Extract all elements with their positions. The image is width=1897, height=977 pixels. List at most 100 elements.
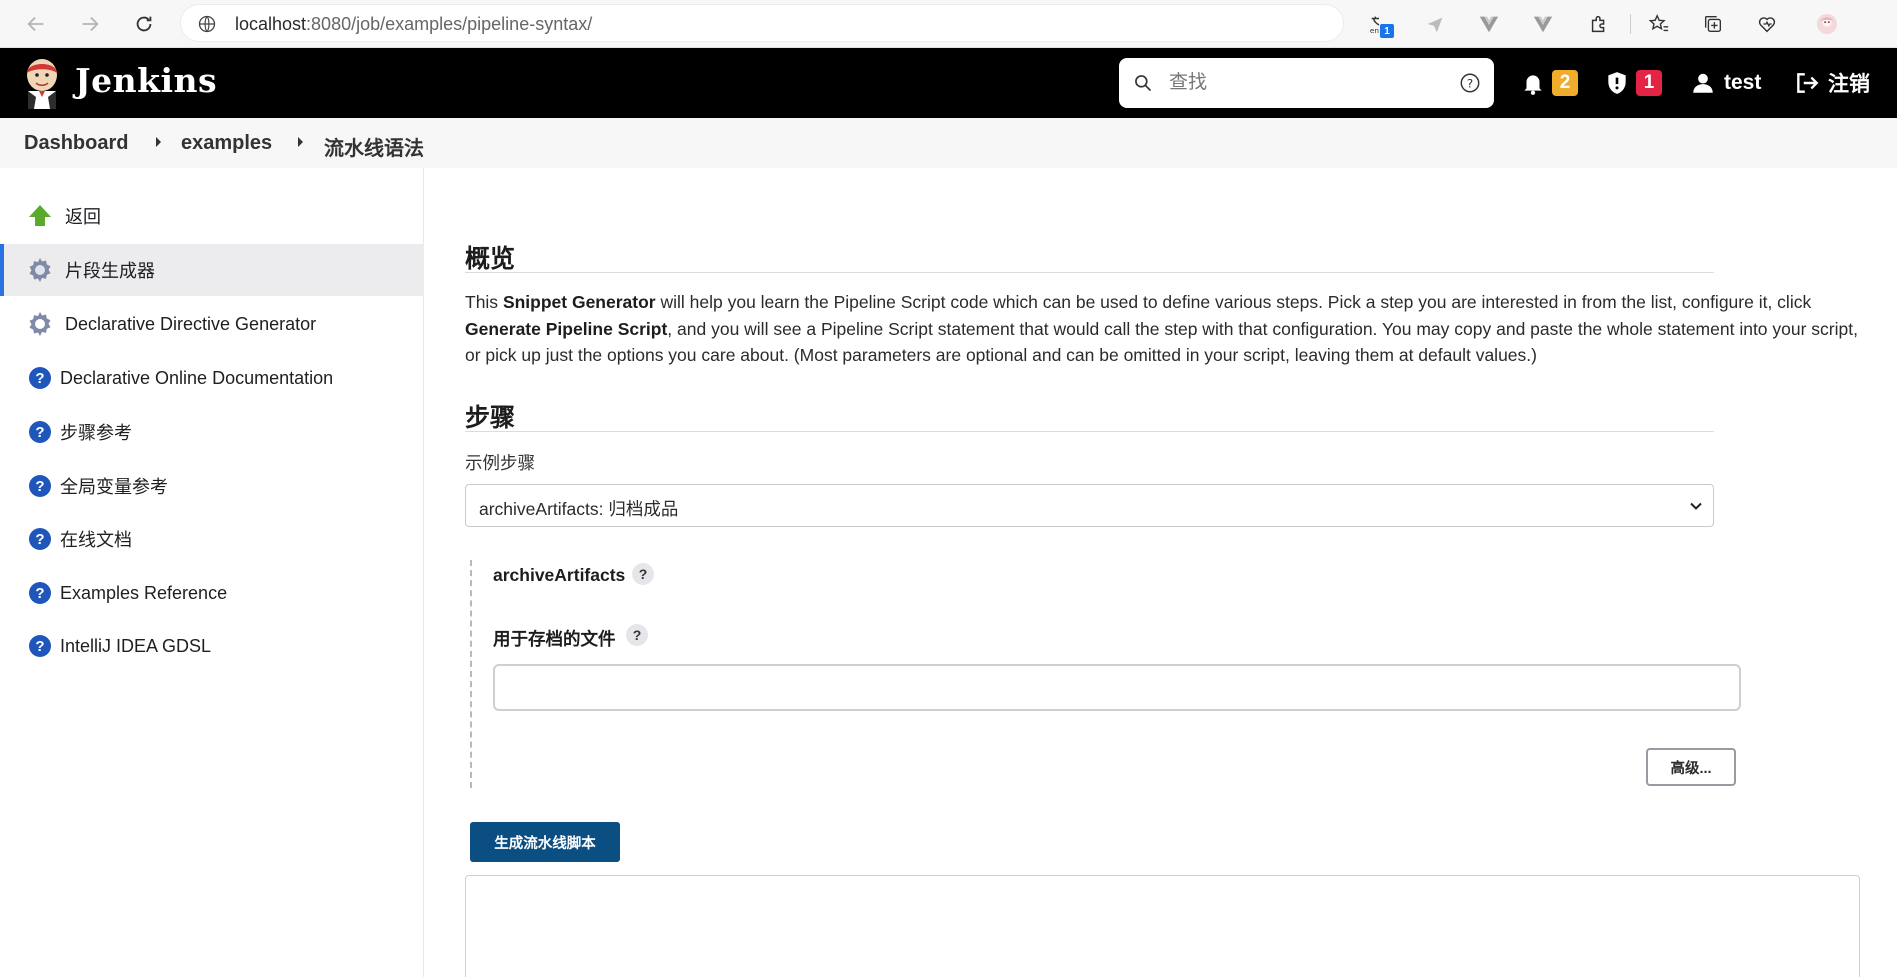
sidebar-item-online-docs[interactable]: ? 在线文档: [0, 513, 424, 565]
generated-script-output[interactable]: [465, 875, 1860, 977]
sidebar-item-global-variables[interactable]: ? 全局变量参考: [0, 460, 424, 512]
breadcrumb-separator-icon[interactable]: [156, 137, 161, 147]
gear-icon: [26, 310, 54, 338]
steps-heading: 步骤: [465, 404, 516, 432]
help-icon: ?: [26, 525, 54, 553]
extension-button-2[interactable]: [1418, 8, 1452, 40]
breadcrumb-dashboard[interactable]: Dashboard: [24, 132, 128, 155]
overview-text-3: , and you will see a Pipeline Script sta…: [465, 318, 1858, 366]
reload-button[interactable]: [128, 8, 160, 40]
star-list-icon: [1648, 14, 1669, 32]
sidebar-item-label: 全局变量参考: [60, 477, 168, 497]
address-bar[interactable]: localhost:8080/job/examples/pipeline-syn…: [180, 4, 1344, 42]
performance-button[interactable]: [1750, 8, 1784, 40]
heading-divider: [465, 272, 1714, 273]
collections-button[interactable]: [1696, 8, 1730, 40]
sidebar-item-snippet-generator[interactable]: 片段生成器: [0, 244, 424, 296]
notifications-button[interactable]: 2: [1520, 68, 1578, 98]
forward-button[interactable]: [74, 8, 106, 40]
sidebar-item-label: Declarative Directive Generator: [65, 313, 317, 334]
breadcrumb-current: 流水线语法: [324, 138, 424, 160]
overview-paragraph: This Snippet Generator will help you lea…: [465, 289, 1865, 369]
sidebar-item-label: Declarative Online Documentation: [60, 367, 334, 388]
up-arrow-icon: [26, 202, 54, 230]
notifications-count-badge: 2: [1552, 70, 1578, 96]
generate-pipeline-script-button[interactable]: 生成流水线脚本: [470, 822, 620, 862]
help-icon: ?: [26, 418, 54, 446]
security-button[interactable]: 1: [1604, 68, 1662, 98]
sidebar-item-label: 步骤参考: [60, 423, 132, 443]
overview-heading: 概览: [465, 245, 516, 273]
step-help-icon[interactable]: ?: [632, 563, 654, 585]
sidebar-item-intellij-gdsl[interactable]: ? IntelliJ IDEA GDSL: [0, 620, 424, 672]
collections-icon: [1704, 15, 1722, 33]
url-path: :8080/job/examples/pipeline-syntax/: [306, 14, 593, 34]
help-icon: ?: [26, 364, 54, 392]
sample-step-label: 示例步骤: [465, 453, 535, 473]
logout-button[interactable]: 注销: [1794, 68, 1870, 98]
back-arrow-icon: [27, 16, 44, 32]
url-host: localhost: [235, 14, 307, 34]
security-count-badge: 1: [1636, 70, 1662, 96]
favorites-button[interactable]: [1642, 8, 1676, 40]
logout-icon: [1797, 73, 1819, 93]
overview-bold-2: Generate Pipeline Script: [465, 318, 668, 339]
sidebar-item-label: Examples Reference: [60, 582, 228, 603]
sidebar: 返回 片段生成器 Declarative Directive Generator…: [0, 168, 424, 977]
extensions-button[interactable]: [1582, 8, 1616, 40]
sidebar-item-label: 片段生成器: [65, 261, 155, 281]
toolbar-separator: [1630, 14, 1631, 34]
sidebar-item-label: IntelliJ IDEA GDSL: [60, 635, 212, 656]
help-icon: ?: [26, 472, 54, 500]
logout-label: 注销: [1828, 73, 1870, 96]
files-help-icon[interactable]: ?: [626, 624, 648, 646]
breadcrumb-separator-icon[interactable]: [298, 137, 303, 147]
help-icon: ?: [26, 579, 54, 607]
extension-count-badge: 1: [1380, 24, 1394, 38]
chevron-down-icon: [1690, 502, 1702, 510]
breadcrumb: [0, 118, 1897, 168]
heart-pulse-icon: [1758, 17, 1776, 33]
breadcrumb-examples[interactable]: examples: [181, 132, 272, 155]
search-help-icon[interactable]: ?: [1459, 72, 1481, 94]
overview-bold-1: Snippet Generator: [502, 292, 656, 312]
sidebar-item-back[interactable]: 返回: [0, 190, 424, 242]
back-button[interactable]: [20, 8, 52, 40]
sidebar-item-label: 返回: [65, 207, 101, 227]
avatar: [1816, 13, 1838, 35]
vue-devtools-button[interactable]: [1472, 8, 1506, 40]
advanced-button[interactable]: 高级...: [1646, 748, 1736, 786]
vue-icon: [1533, 16, 1553, 33]
help-icon: ?: [26, 632, 54, 660]
gear-icon: [26, 256, 54, 284]
paper-plane-icon: [1427, 17, 1443, 33]
sample-step-select[interactable]: archiveArtifacts: 归档成品: [465, 484, 1714, 527]
user-icon: [1693, 73, 1713, 93]
sidebar-item-directive-generator[interactable]: Declarative Directive Generator: [0, 298, 424, 350]
files-label: 用于存档的文件: [493, 629, 616, 649]
vue-icon: [1479, 16, 1499, 33]
search-input[interactable]: [1169, 68, 1439, 98]
search-icon: [1135, 75, 1152, 92]
sidebar-item-label: 在线文档: [60, 530, 132, 550]
vue-devtools-button-2[interactable]: [1526, 8, 1560, 40]
search-box[interactable]: ?: [1119, 58, 1494, 108]
sidebar-item-step-reference[interactable]: ? 步骤参考: [0, 406, 424, 458]
forward-arrow-icon: [82, 16, 99, 32]
files-input[interactable]: [493, 664, 1741, 711]
svg-text:?: ?: [1467, 77, 1473, 91]
username: test: [1724, 71, 1762, 94]
jenkins-logo-icon[interactable]: [22, 57, 62, 109]
reload-icon: [136, 16, 152, 32]
step-config-border: [470, 560, 472, 788]
heading-divider: [465, 431, 1714, 432]
sample-step-value: archiveArtifacts: 归档成品: [479, 499, 679, 519]
shield-alert-icon: [1608, 72, 1626, 94]
bell-icon: [1524, 75, 1542, 95]
url-text: localhost:8080/job/examples/pipeline-syn…: [235, 14, 592, 35]
profile-button[interactable]: [1810, 8, 1844, 40]
sidebar-item-examples-reference[interactable]: ? Examples Reference: [0, 567, 424, 619]
user-menu[interactable]: test: [1690, 68, 1761, 98]
sidebar-item-declarative-docs[interactable]: ? Declarative Online Documentation: [0, 352, 424, 404]
jenkins-brand[interactable]: Jenkins: [75, 61, 217, 100]
